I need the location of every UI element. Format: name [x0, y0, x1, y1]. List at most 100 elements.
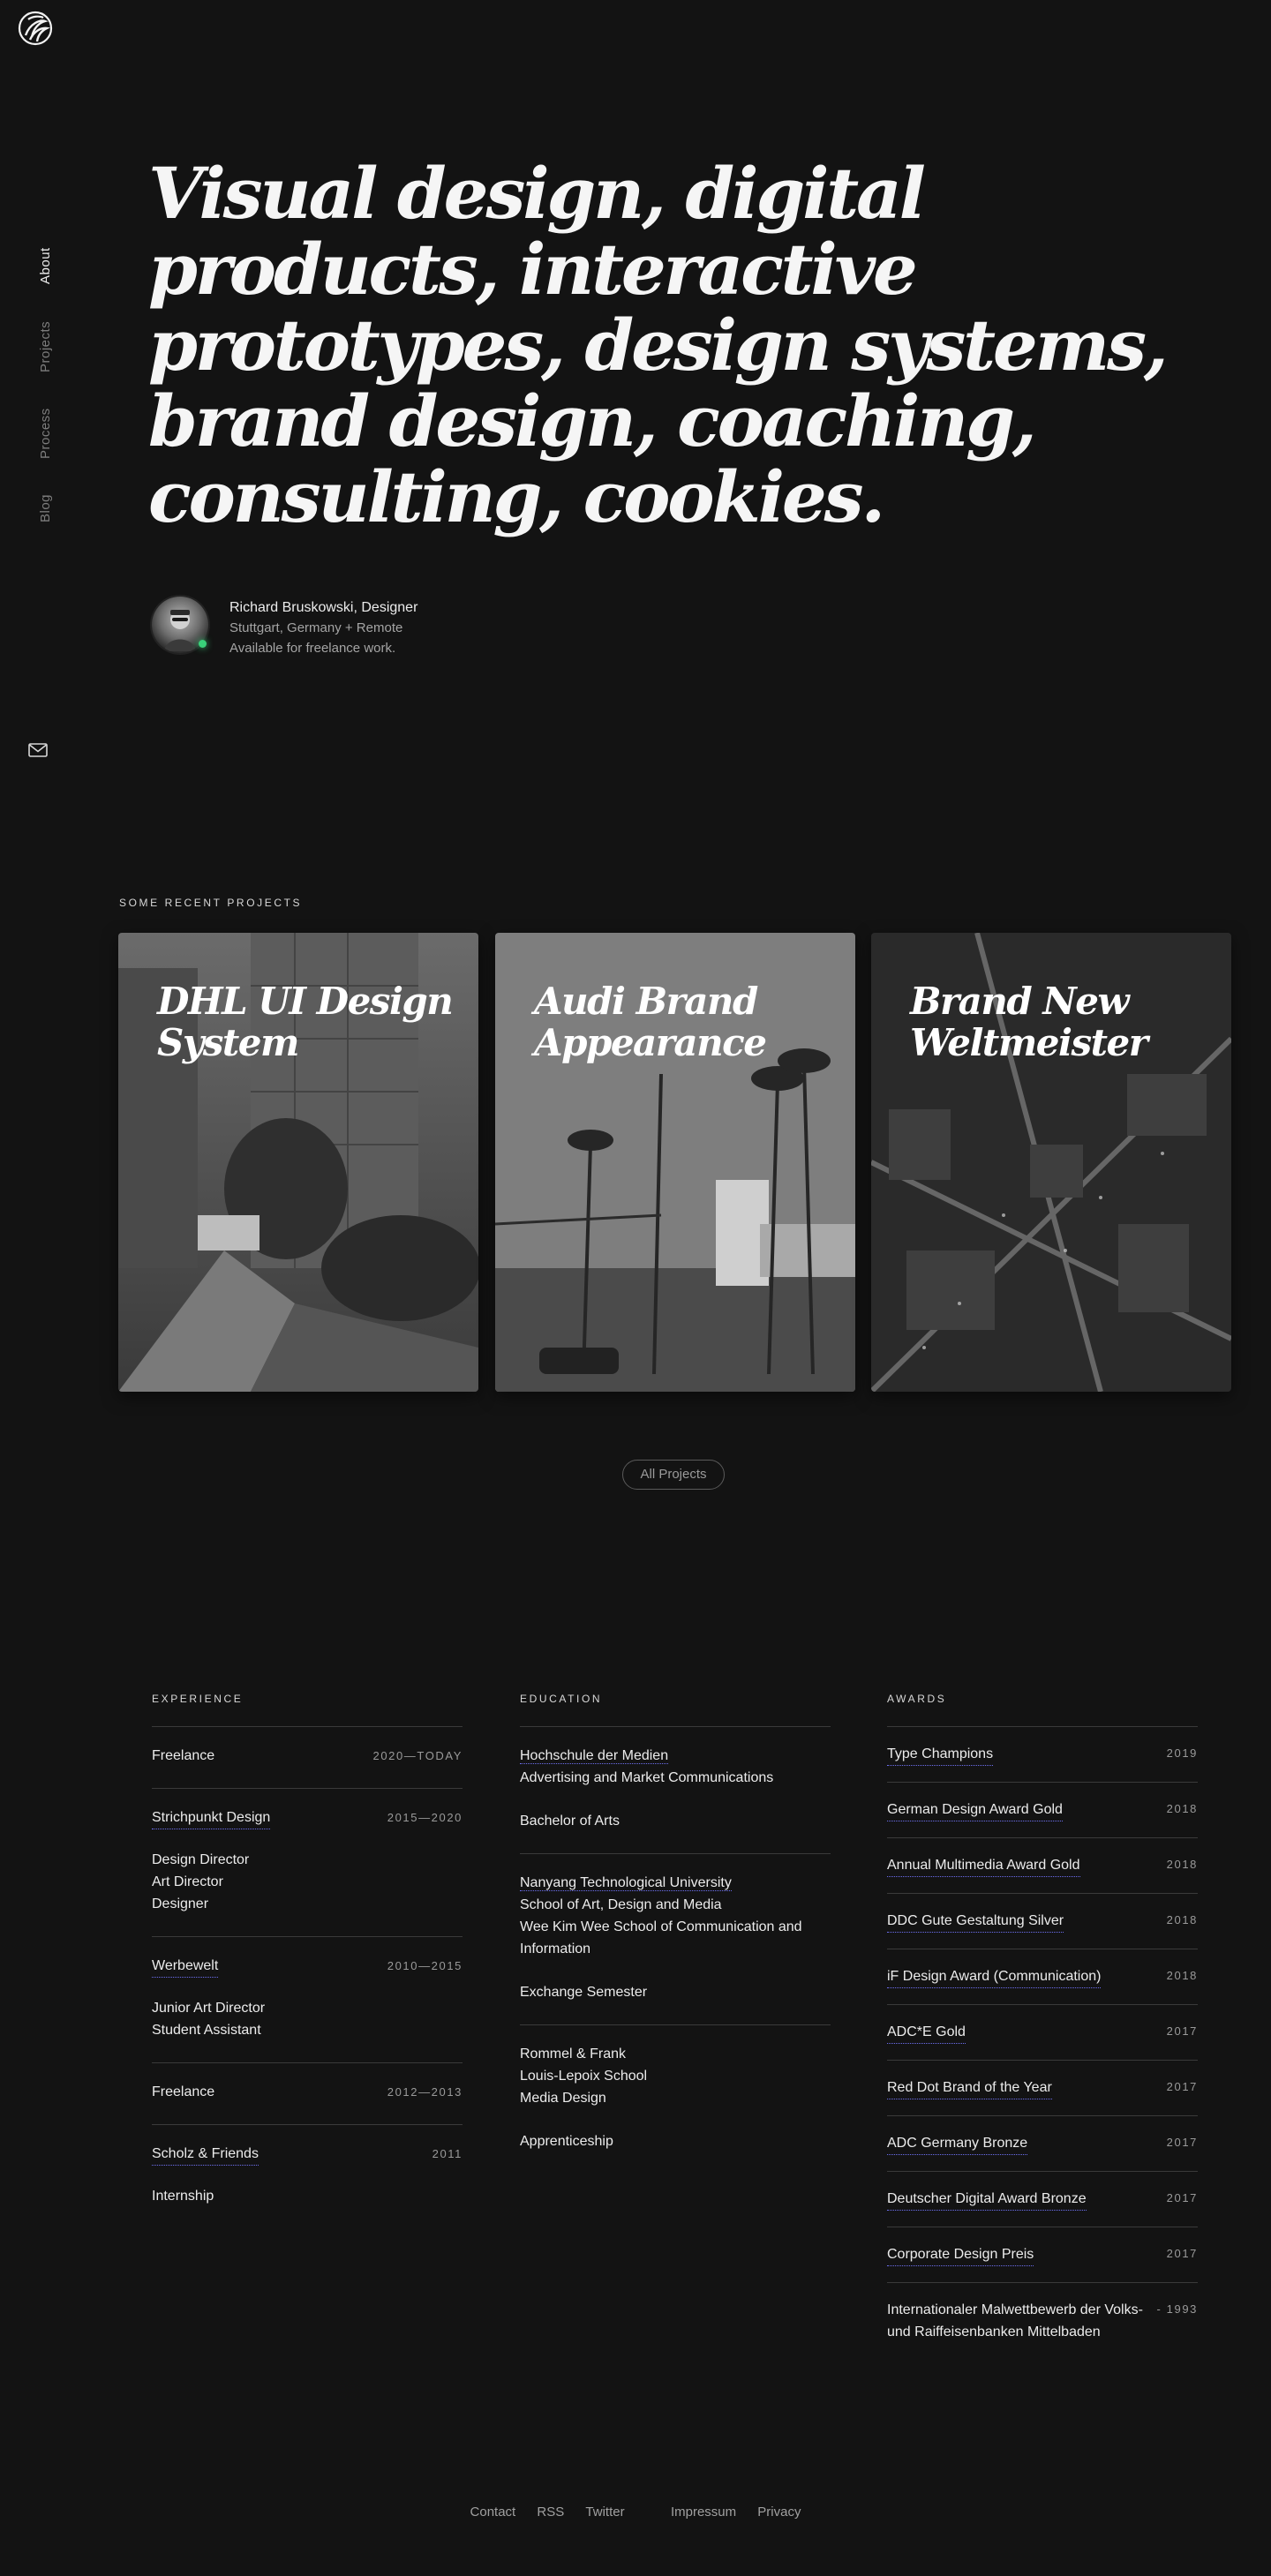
- experience-role: Junior Art Director: [152, 2001, 266, 2016]
- experience-entry: Freelance 2012—2013: [152, 2062, 463, 2124]
- award-year: 2017: [1166, 2136, 1198, 2149]
- award-row: iF Design Award (Communication) 2018: [887, 1949, 1198, 2004]
- award-link[interactable]: Red Dot Brand of the Year: [887, 2077, 1052, 2099]
- award-year: 2018: [1166, 1969, 1198, 1982]
- award-link[interactable]: Annual Multimedia Award Gold: [887, 1854, 1080, 1877]
- experience-years: 2020—TODAY: [372, 1749, 463, 1762]
- award-row: ADC Germany Bronze 2017: [887, 2115, 1198, 2171]
- experience-company-link[interactable]: Werbewelt: [152, 1955, 219, 1978]
- award-year: 2017: [1166, 2247, 1198, 2260]
- footer-link-privacy[interactable]: Privacy: [748, 2505, 809, 2520]
- award-row: ADC*E Gold 2017: [887, 2004, 1198, 2060]
- experience-title: Freelance: [152, 1748, 215, 1763]
- projects-section-label: Some recent projects: [119, 897, 303, 909]
- education-program: Advertising and Market Communications: [520, 1770, 774, 1785]
- award-link[interactable]: ADC*E Gold: [887, 2021, 966, 2044]
- award-link[interactable]: German Design Award Gold: [887, 1799, 1063, 1821]
- nav-item-blog[interactable]: Blog: [38, 494, 53, 522]
- awards-label: Awards: [887, 1693, 947, 1705]
- award-link[interactable]: Deutscher Digital Award Bronze: [887, 2188, 1087, 2211]
- experience-entry: Scholz & Friends 2011 Internship: [152, 2124, 463, 2228]
- award-row: Internationaler Malwettbewerb der Volks-…: [887, 2282, 1198, 2359]
- experience-role: Designer: [152, 1896, 209, 1911]
- mail-icon[interactable]: [28, 743, 48, 757]
- education-degree: Exchange Semester: [520, 1985, 648, 2000]
- project-title: Audi Brand Appearance: [534, 980, 767, 1064]
- award-year: 2019: [1166, 1746, 1198, 1760]
- experience-company-link[interactable]: Scholz & Friends: [152, 2143, 259, 2166]
- education-program: School of Art, Design and Media: [520, 1897, 722, 1912]
- footer-link-impressum[interactable]: Impressum: [662, 2505, 745, 2520]
- footer-link-contact[interactable]: Contact: [462, 2505, 525, 2520]
- experience-entry: Werbewelt 2010—2015 Junior Art Director …: [152, 1936, 463, 2062]
- award-year: - 1993: [1156, 2302, 1198, 2316]
- hero-title: Visual design, digital products, interac…: [148, 152, 1169, 538]
- award-year: 2018: [1166, 1913, 1198, 1926]
- award-row: German Design Award Gold 2018: [887, 1782, 1198, 1837]
- author-location: Stuttgart, Germany + Remote: [229, 620, 403, 635]
- award-year: 2017: [1166, 2080, 1198, 2093]
- award-row: DDC Gute Gestaltung Silver 2018: [887, 1893, 1198, 1949]
- education-school-link[interactable]: Hochschule der Medien: [520, 1748, 669, 1764]
- experience-years: 2012—2013: [387, 2085, 463, 2099]
- award-row: Type Champions 2019: [887, 1726, 1198, 1782]
- award-link[interactable]: ADC Germany Bronze: [887, 2132, 1028, 2155]
- nav-item-projects[interactable]: Projects: [38, 321, 53, 372]
- experience-years: 2015—2020: [387, 1811, 463, 1824]
- avatar: [152, 597, 208, 653]
- author-name: Richard Bruskowski, Designer: [229, 600, 418, 615]
- experience-role: Internship: [152, 2189, 214, 2204]
- award-year: 2017: [1166, 2191, 1198, 2204]
- experience-column: Experience Freelance 2020—TODAY Strichpu…: [152, 1693, 463, 2228]
- education-entry: Hochschule der Medien Advertising and Ma…: [520, 1726, 831, 1853]
- experience-years: 2011: [432, 2147, 463, 2160]
- education-entry: Nanyang Technological University School …: [520, 1853, 831, 2024]
- project-title: DHL UI Design System: [157, 980, 454, 1064]
- footer: Contact RSS Twitter Impressum Privacy: [0, 2505, 1271, 2520]
- experience-role: Student Assistant: [152, 2023, 261, 2038]
- swirl-logo-icon[interactable]: [18, 11, 53, 46]
- award-link[interactable]: Corporate Design Preis: [887, 2243, 1034, 2266]
- nav-item-process[interactable]: Process: [38, 408, 53, 459]
- experience-years: 2010—2015: [387, 1959, 463, 1972]
- footer-link-rss[interactable]: RSS: [528, 2505, 573, 2520]
- project-title: Brand New Weltmeister: [910, 980, 1148, 1064]
- project-card-weltmeister[interactable]: Brand New Weltmeister: [871, 933, 1231, 1392]
- footer-link-twitter[interactable]: Twitter: [576, 2505, 633, 2520]
- award-year: 2018: [1166, 1858, 1198, 1871]
- education-entry: Rommel & Frank Louis-Lepoix School Media…: [520, 2024, 831, 2174]
- experience-entry: Strichpunkt Design 2015—2020 Design Dire…: [152, 1788, 463, 1936]
- author-block: Richard Bruskowski, Designer Stuttgart, …: [152, 597, 417, 658]
- award-link[interactable]: DDC Gute Gestaltung Silver: [887, 1910, 1064, 1933]
- project-card-audi[interactable]: Audi Brand Appearance: [495, 933, 855, 1392]
- experience-role: Art Director: [152, 1874, 223, 1889]
- education-program: Louis-Lepoix School: [520, 2069, 648, 2084]
- education-label: Education: [520, 1693, 603, 1705]
- project-card-dhl[interactable]: DHL UI Design System: [118, 933, 478, 1392]
- experience-title: Freelance: [152, 2084, 215, 2099]
- education-column: Education Hochschule der Medien Advertis…: [520, 1693, 831, 2174]
- education-degree: Apprenticeship: [520, 2134, 613, 2149]
- award-link[interactable]: Type Champions: [887, 1743, 994, 1766]
- education-degree: Bachelor of Arts: [520, 1814, 620, 1829]
- education-school-link[interactable]: Nanyang Technological University: [520, 1875, 732, 1891]
- award-row: Annual Multimedia Award Gold 2018: [887, 1837, 1198, 1893]
- all-projects-button[interactable]: All Projects: [622, 1460, 725, 1490]
- experience-entry: Freelance 2020—TODAY: [152, 1726, 463, 1788]
- experience-company-link[interactable]: Strichpunkt Design: [152, 1806, 271, 1829]
- education-program: Media Design: [520, 2091, 606, 2106]
- awards-column: Awards Type Champions 2019 German Design …: [887, 1693, 1198, 2359]
- award-year: 2017: [1166, 2024, 1198, 2038]
- award-name: Internationaler Malwettbewerb der Volks-…: [887, 2302, 1143, 2339]
- education-school: Rommel & Frank: [520, 2047, 627, 2062]
- experience-role: Design Director: [152, 1852, 250, 1867]
- award-year: 2018: [1166, 1802, 1198, 1815]
- award-row: Corporate Design Preis 2017: [887, 2227, 1198, 2282]
- award-row: Red Dot Brand of the Year 2017: [887, 2060, 1198, 2115]
- education-program: Wee Kim Wee School of Communication and …: [520, 1919, 802, 1956]
- award-row: Deutscher Digital Award Bronze 2017: [887, 2171, 1198, 2227]
- nav-item-about[interactable]: About: [38, 247, 53, 284]
- experience-label: Experience: [152, 1693, 244, 1705]
- author-status: Available for freelance work.: [229, 641, 396, 656]
- award-link[interactable]: iF Design Award (Communication): [887, 1965, 1102, 1988]
